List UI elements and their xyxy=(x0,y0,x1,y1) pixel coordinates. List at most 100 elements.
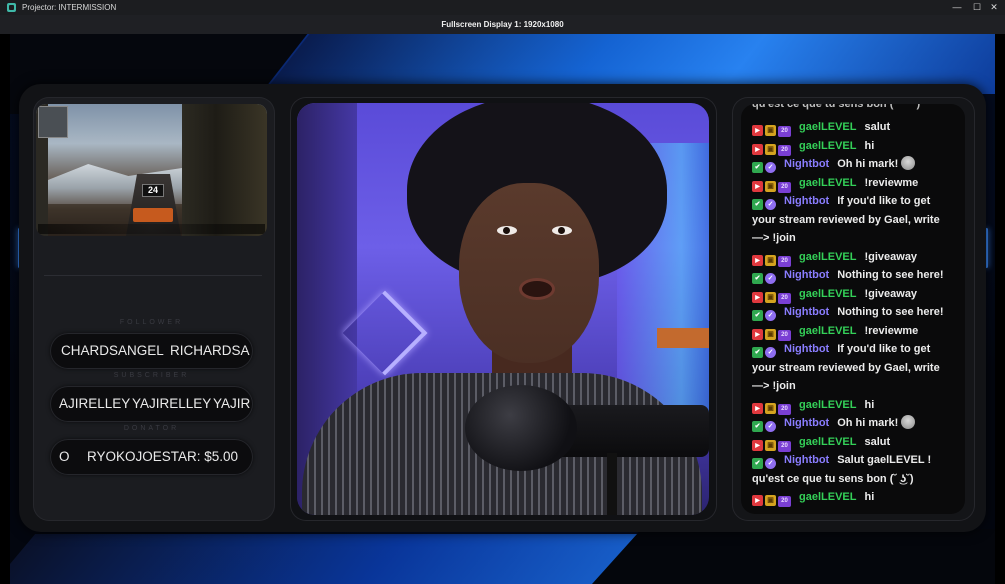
moderator-badge-icon xyxy=(752,421,763,432)
broadcaster-badge-icon xyxy=(752,439,763,451)
sub-badge-icon: 20 xyxy=(778,496,791,507)
chat-username[interactable]: gaelLEVEL xyxy=(799,436,856,448)
chat-message: qu'est ce que tu sens bon (˘ ͜ʖ˘) xyxy=(752,470,962,489)
chat-message: Nightbot If you'd like to get xyxy=(752,340,962,359)
mic-arm xyxy=(607,453,617,515)
chat-text: —> !join xyxy=(752,232,796,244)
minimize-button[interactable]: — xyxy=(950,1,964,13)
chat-text: Oh hi mark! xyxy=(837,158,899,170)
broadcaster-badge-icon xyxy=(752,125,763,136)
chat-message: 20 gaelLEVEL salut xyxy=(752,118,962,137)
gift-badge-icon xyxy=(765,291,776,303)
chat-message: —> !join xyxy=(752,377,962,396)
chat-text: your stream reviewed by Gael, write xyxy=(752,361,940,374)
maximize-button[interactable]: ☐ xyxy=(970,1,984,13)
chat-message: your stream reviewed by Gael, write xyxy=(752,359,962,378)
chat-username[interactable]: Nightbot xyxy=(784,343,829,355)
chat-username[interactable]: gaelLEVEL xyxy=(799,121,856,133)
chat-line: qu'est ce que tu sens bon (¯︶¯) xyxy=(752,104,921,110)
broadcaster-badge-icon xyxy=(752,143,763,155)
follower-label: FOLLOWER xyxy=(119,319,184,326)
broadcaster-badge-icon xyxy=(752,180,763,192)
person-eye xyxy=(552,226,572,235)
chat-text: !reviewme xyxy=(864,176,919,189)
chat-text: If you'd like to get xyxy=(837,343,931,355)
chat-text: !giveaway xyxy=(864,287,918,300)
chat-message: Nightbot Nothing to see here! xyxy=(752,266,962,285)
gift-badge-icon xyxy=(765,439,776,451)
title-bar: Projector: INTERMISSION — ☐ ✕ xyxy=(0,0,1005,15)
verified-bot-badge-icon xyxy=(765,162,776,173)
display-label: Fullscreen Display 1: 1920x1080 xyxy=(0,15,1005,34)
background-shard xyxy=(10,534,656,584)
chat-text: your stream reviewed by Gael, write xyxy=(752,213,940,226)
chat-username[interactable]: gaelLEVEL xyxy=(799,325,856,337)
game-scenery xyxy=(182,104,267,236)
chat-username[interactable]: gaelLEVEL xyxy=(799,288,856,300)
moderator-badge-icon xyxy=(752,199,763,210)
chat-message: 20 gaelLEVEL !reviewme xyxy=(752,322,962,341)
ticker-text: YAJIR xyxy=(213,396,251,411)
chat-message: Nightbot Nothing to see here! xyxy=(752,303,962,322)
close-button[interactable]: ✕ xyxy=(987,1,1001,13)
chat-message: your stream reviewed by Gael, write xyxy=(752,211,962,230)
chat-username[interactable]: Nightbot xyxy=(784,454,829,466)
subscriber-ticker: AJIRELLEY YAJIRELLEY YAJIR xyxy=(50,386,253,422)
broadcaster-badge-icon xyxy=(752,328,763,340)
chat-text: !reviewme xyxy=(864,324,919,337)
sub-badge-icon: 20 xyxy=(778,181,791,193)
chat-message: 20 gaelLEVEL salut xyxy=(752,433,962,452)
ammo-counter: 24 xyxy=(142,184,164,197)
chat-box: qu'est ce que tu sens bon (¯︶¯) 20 gaelLE… xyxy=(741,104,965,514)
chat-username[interactable]: Nightbot xyxy=(784,195,829,207)
chat-username[interactable]: gaelLEVEL xyxy=(799,140,856,152)
chat-text: If you'd like to get xyxy=(837,195,931,207)
chat-message: —> !join xyxy=(752,229,962,248)
follower-ticker: CHARDSANGEL RICHARDSA xyxy=(50,333,253,369)
sub-badge-icon: 20 xyxy=(778,403,791,415)
sub-badge-icon: 20 xyxy=(778,144,791,156)
person-face xyxy=(459,183,599,363)
chat-username[interactable]: Nightbot xyxy=(784,306,829,318)
ticker-text: AJIRELLEY xyxy=(59,396,131,411)
chat-username[interactable]: gaelLEVEL xyxy=(799,399,856,411)
panel-divider xyxy=(44,275,262,276)
verified-bot-badge-icon xyxy=(765,199,776,210)
microphone-head xyxy=(465,385,577,471)
moderator-badge-icon xyxy=(752,273,763,284)
person-eye xyxy=(497,226,517,235)
chat-message: 20 gaelLEVEL hi xyxy=(752,137,962,156)
ticker-text: RYOKOJOESTAR: $5.00 xyxy=(87,449,239,464)
chat-message: Nightbot Oh hi mark! xyxy=(752,155,962,174)
chat-message: 20 gaelLEVEL !giveaway xyxy=(752,248,962,267)
gift-badge-icon xyxy=(765,402,776,414)
game-capture: 24 xyxy=(36,104,267,236)
chat-text: hi xyxy=(864,139,875,152)
chat-username[interactable]: gaelLEVEL xyxy=(799,491,856,503)
chat-username[interactable]: gaelLEVEL xyxy=(799,251,856,263)
broadcaster-badge-icon xyxy=(752,402,763,414)
chat-username[interactable]: Nightbot xyxy=(784,158,829,170)
chat-message: Nightbot Salut gaelLEVEL ! xyxy=(752,451,962,470)
chat-username[interactable]: Nightbot xyxy=(784,417,829,429)
ticker-text: CHARDSANGEL xyxy=(61,343,164,358)
verified-bot-badge-icon xyxy=(765,421,776,432)
gift-badge-icon xyxy=(765,495,776,506)
chat-message: 20 gaelLEVEL hi xyxy=(752,396,962,415)
chat-username[interactable]: Nightbot xyxy=(784,269,829,281)
chat-text: salut xyxy=(864,435,891,448)
chat-username[interactable]: gaelLEVEL xyxy=(799,177,856,189)
game-hud xyxy=(38,224,265,234)
chat-text: Nothing to see here! xyxy=(837,306,944,318)
moderator-badge-icon xyxy=(752,458,763,469)
obs-app-icon xyxy=(7,3,16,12)
chat-message: Nightbot Oh hi mark! xyxy=(752,414,962,433)
gift-badge-icon xyxy=(765,328,776,340)
chat-text: Nothing to see here! xyxy=(837,269,944,281)
person-mouth xyxy=(519,278,555,300)
chat-text: hi xyxy=(864,398,875,411)
chat-message: 20 gaelLEVEL !reviewme xyxy=(752,174,962,193)
verified-bot-badge-icon xyxy=(765,310,776,321)
subscriber-label: SUBSCRIBER xyxy=(113,372,190,379)
chat-message: Nightbot If you'd like to get xyxy=(752,192,962,211)
